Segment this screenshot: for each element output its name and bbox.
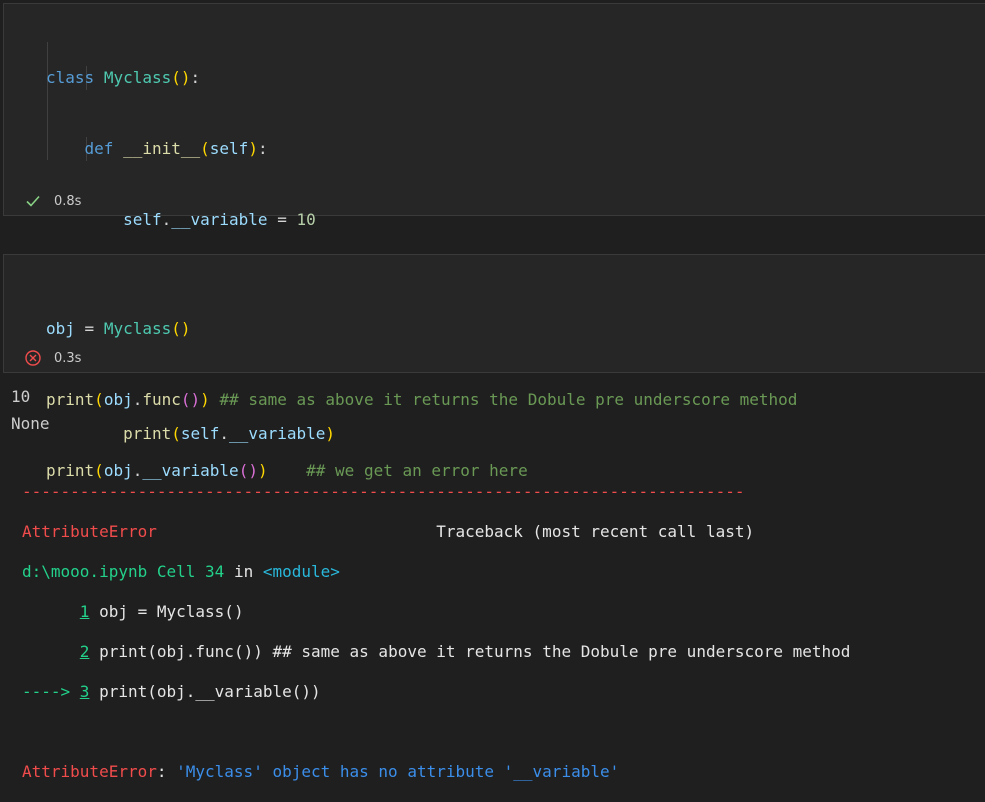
cell-status: 0.3s	[24, 349, 81, 367]
traceback-header: AttributeError Traceback (most recent ca…	[22, 522, 755, 541]
output-line: 10	[11, 387, 31, 406]
code-line: def __init__(self):	[84, 138, 268, 158]
traceback-frame-line: 1 obj = Myclass()	[79, 602, 244, 621]
cell-output-stdout: 10 None	[11, 383, 50, 437]
traceback-separator: ----------------------------------------…	[22, 482, 745, 501]
code-line: class Myclass():	[46, 67, 201, 87]
error-message: AttributeError: 'Myclass' object has no …	[22, 762, 620, 781]
traceback-frame-line: 2 print(obj.func()) ## same as above it …	[79, 642, 851, 661]
code-line: print(obj.func()) ## same as above it re…	[46, 389, 798, 409]
error-circle-icon	[25, 350, 41, 366]
execution-time: 0.8s	[54, 193, 82, 209]
traceback-output: ----------------------------------------…	[22, 462, 850, 802]
code-cell-1[interactable]: class Myclass(): def __init__(self): sel…	[3, 3, 985, 443]
execution-time: 0.3s	[54, 350, 82, 366]
code-cell-2[interactable]: obj = Myclass() print(obj.func()) ## sam…	[3, 254, 985, 480]
check-icon	[26, 195, 40, 207]
code-line: obj = Myclass()	[46, 318, 191, 338]
traceback-location: d:\mooo.ipynb Cell 34 in <module>	[22, 562, 340, 581]
traceback-frame-line: ----> 3 print(obj.__variable())	[22, 682, 321, 701]
code-line: self.__variable = 10	[123, 210, 316, 229]
output-line: None	[11, 414, 50, 433]
cell-status: 0.8s	[24, 192, 81, 210]
